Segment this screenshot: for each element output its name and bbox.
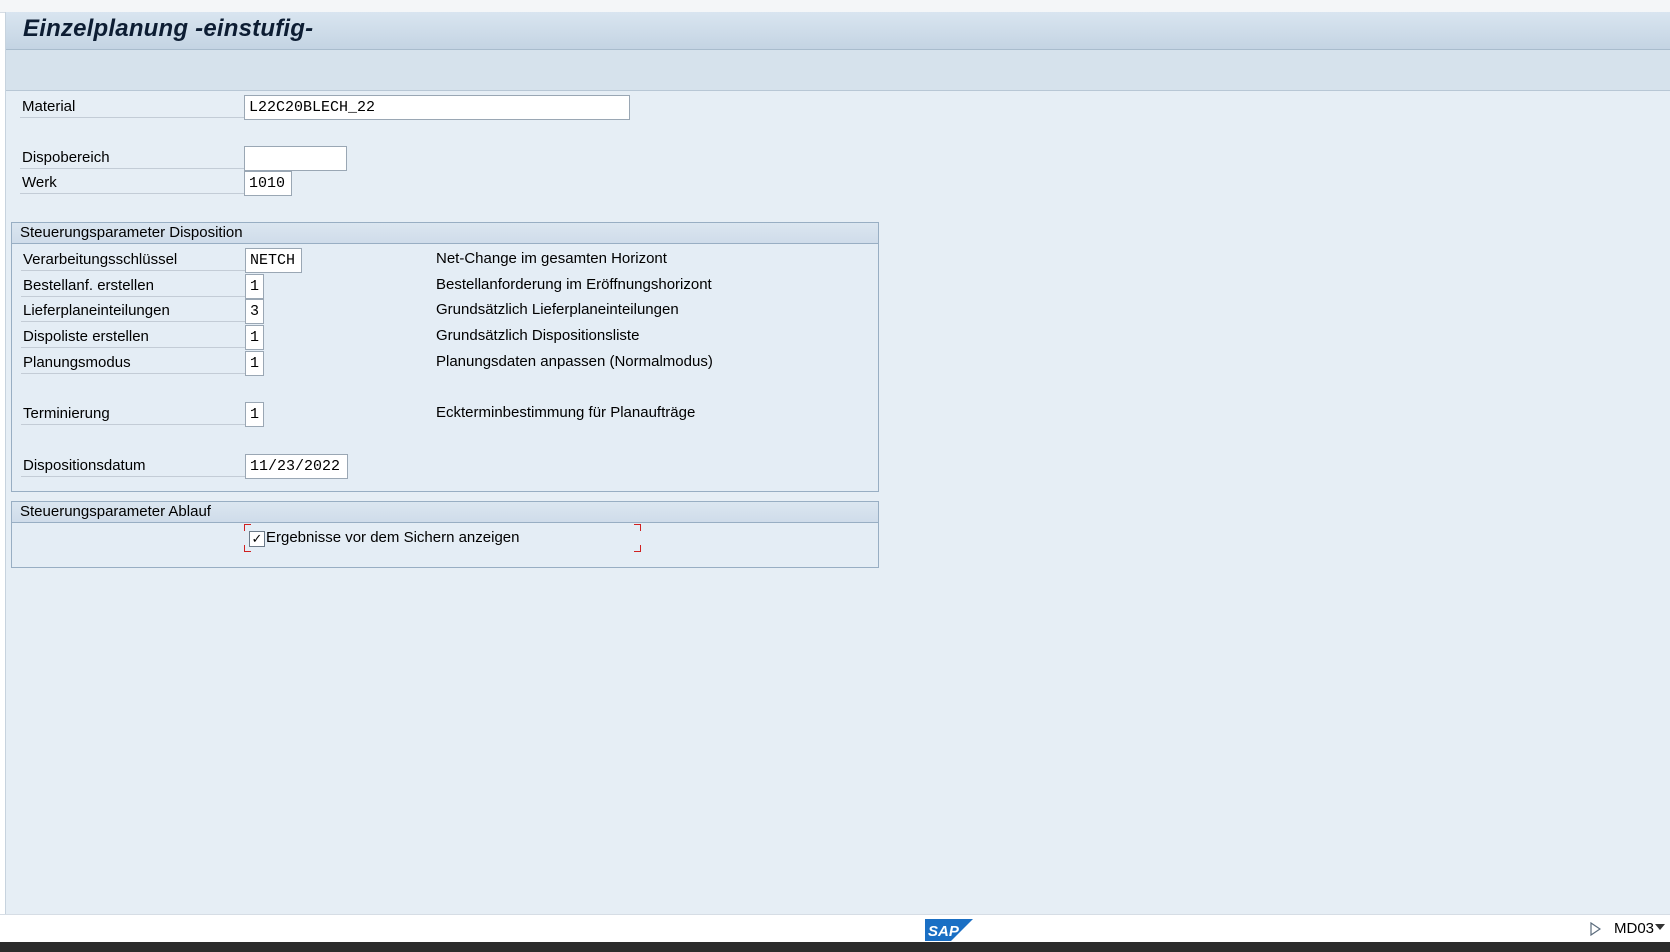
werk-input[interactable]: 1010 <box>244 171 292 196</box>
lieferplaneinteilungen-input[interactable]: 3 <box>245 299 264 324</box>
title-bar: Einzelplanung -einstufig- <box>6 12 1670 50</box>
sap-logo: SAP <box>925 919 973 941</box>
focus-corner-br <box>634 545 641 552</box>
ergebnisse-anzeigen-checkbox[interactable]: ✓ <box>249 531 265 547</box>
sap-gui-window: Einzelplanung -einstufig- Material L22C2… <box>5 12 1670 914</box>
verarbeitungsschluessel-label: Verarbeitungsschlüssel <box>21 249 246 271</box>
application-toolbar <box>6 50 1670 91</box>
taskbar-strip <box>0 942 1670 952</box>
werk-label: Werk <box>20 172 245 194</box>
dispositionsdatum-label: Dispositionsdatum <box>21 455 246 477</box>
bestellanf-label: Bestellanf. erstellen <box>21 275 246 297</box>
bestellanf-input[interactable]: 1 <box>245 274 264 299</box>
focus-corner-tr <box>634 524 641 531</box>
transaction-code[interactable]: MD03 <box>1614 920 1654 938</box>
dispoliste-label: Dispoliste erstellen <box>21 326 246 348</box>
dispositionsdatum-input[interactable]: 11/23/2022 <box>245 454 348 479</box>
bestellanf-text: Bestellanforderung im Eröffnungshorizont <box>436 276 712 293</box>
play-icon[interactable] <box>1589 922 1601 936</box>
verarbeitungsschluessel-input[interactable]: NETCH <box>245 248 302 273</box>
terminierung-input[interactable]: 1 <box>245 402 264 427</box>
dispoliste-input[interactable]: 1 <box>245 325 264 350</box>
group-ablauf: Steuerungsparameter Ablauf ✓ Ergebnisse … <box>11 501 879 568</box>
status-bar: SAP MD03 <box>0 914 1670 943</box>
planungsmodus-text: Planungsdaten anpassen (Normalmodus) <box>436 353 713 370</box>
verarbeitungsschluessel-text: Net-Change im gesamten Horizont <box>436 250 667 267</box>
terminierung-label: Terminierung <box>21 403 246 425</box>
dispoliste-text: Grundsätzlich Dispositionsliste <box>436 327 640 344</box>
lieferplaneinteilungen-text: Grundsätzlich Lieferplaneinteilungen <box>436 301 679 318</box>
dispobereich-input[interactable] <box>244 146 347 171</box>
lieferplaneinteilungen-label: Lieferplaneinteilungen <box>21 300 246 322</box>
svg-text:SAP: SAP <box>928 923 960 940</box>
planungsmodus-input[interactable]: 1 <box>245 351 264 376</box>
chevron-down-icon[interactable] <box>1655 924 1665 930</box>
ergebnisse-anzeigen-label[interactable]: Ergebnisse vor dem Sichern anzeigen <box>266 527 519 549</box>
page-title: Einzelplanung -einstufig- <box>23 15 314 42</box>
group-ablauf-title: Steuerungsparameter Ablauf <box>12 502 878 523</box>
material-label: Material <box>20 96 245 118</box>
focus-corner-tl <box>244 524 251 531</box>
check-icon: ✓ <box>251 531 263 546</box>
terminierung-text: Eckterminbestimmung für Planaufträge <box>436 404 696 421</box>
group-disposition-title: Steuerungsparameter Disposition <box>12 223 878 244</box>
dispobereich-label: Dispobereich <box>20 147 245 169</box>
material-input[interactable]: L22C20BLECH_22 <box>244 95 630 120</box>
group-disposition: Steuerungsparameter Disposition Verarbei… <box>11 222 879 492</box>
planungsmodus-label: Planungsmodus <box>21 352 246 374</box>
